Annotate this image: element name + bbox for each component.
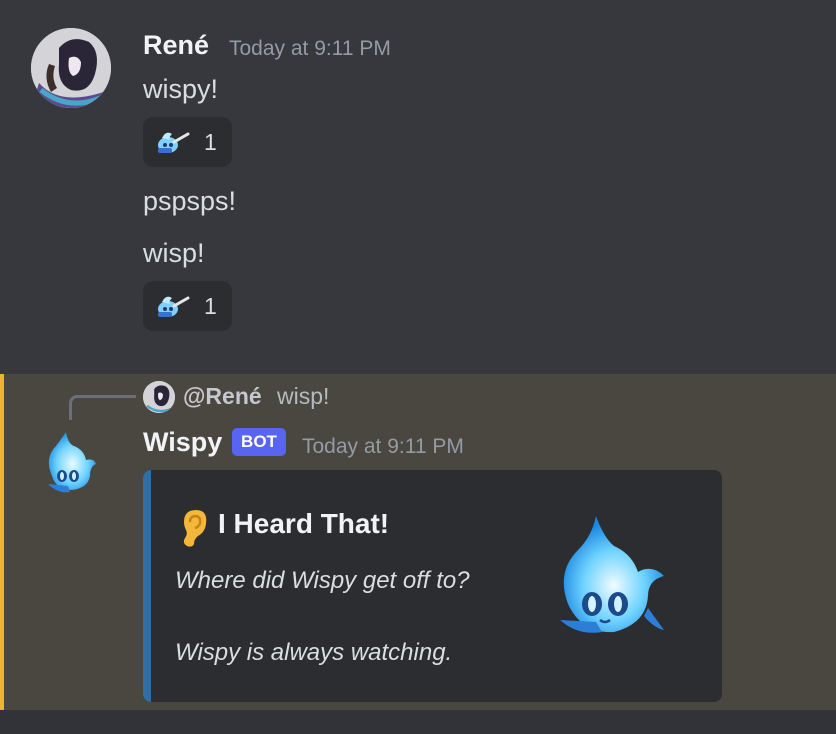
reaction-button[interactable]: 1 xyxy=(143,281,232,331)
ear-emoji xyxy=(183,510,207,547)
wisp-guitar-emoji xyxy=(158,132,190,153)
wisp-guitar-emoji xyxy=(158,296,190,317)
reaction-count: 1 xyxy=(204,292,217,319)
message-text: pspsps! xyxy=(143,186,237,216)
author-name[interactable]: René xyxy=(143,30,209,61)
reply-mention[interactable]: @René xyxy=(183,383,262,410)
bot-badge: BOT xyxy=(232,428,286,456)
avatar-wispy[interactable] xyxy=(38,428,102,498)
message-group-rene xyxy=(0,0,836,374)
message-text: wisp! xyxy=(143,238,205,268)
mention-highlight-bar xyxy=(0,374,4,710)
embed-card: I Heard That! Where did Wispy get off to… xyxy=(143,470,722,702)
message-timestamp: Today at 9:11 PM xyxy=(302,435,464,458)
embed-accent-stripe xyxy=(143,470,151,702)
reaction-count: 1 xyxy=(204,128,217,155)
embed-title: I Heard That! xyxy=(218,508,390,539)
embed-thumbnail-image[interactable] xyxy=(548,512,673,642)
reply-spine xyxy=(69,395,136,420)
chat-background xyxy=(0,710,836,734)
embed-description-line: Where did Wispy get off to? xyxy=(175,567,470,594)
reaction-button[interactable]: 1 xyxy=(143,117,232,167)
avatar-rene[interactable] xyxy=(31,28,111,108)
message-text: wispy! xyxy=(143,74,219,104)
reply-preview-text[interactable]: wisp! xyxy=(277,383,329,410)
embed-description-line: Wispy is always watching. xyxy=(175,639,453,666)
reply-avatar[interactable] xyxy=(143,381,175,413)
message-timestamp: Today at 9:11 PM xyxy=(229,37,391,60)
author-name[interactable]: Wispy xyxy=(143,427,222,458)
